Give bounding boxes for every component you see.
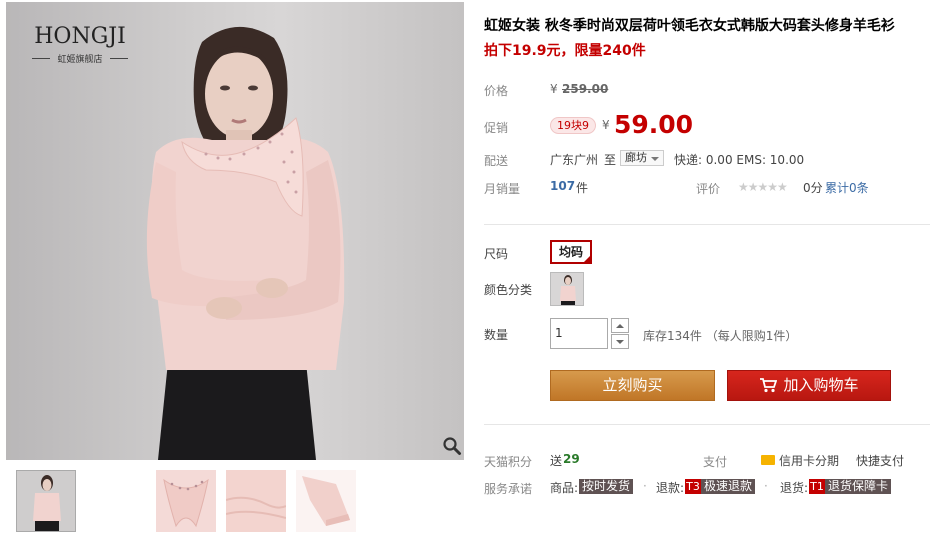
product-title: 虹姬女装 秋冬季时尚双层荷叶领毛衣女式韩版大码套头修身羊毛衫 [484,18,895,34]
promo-line: 拍下19.9元，限量240件 [484,43,646,59]
credit-card-icon [761,455,775,465]
original-currency: ¥ [550,82,558,96]
return-badge: T1 [809,479,825,494]
add-to-cart-label: 加入购物车 [783,376,859,394]
monthly-sales-label: 月销量 [484,182,521,196]
monthly-sales-count: 107 [550,179,576,193]
zoom-icon[interactable] [442,436,462,456]
thumbnail-model-image [17,471,75,531]
shipping-from: 广东广州 [550,153,599,167]
points-amount: 29 [563,452,580,466]
separator-dot: · [764,479,768,493]
main-product-image[interactable]: HONGJI 虹姬旗舰店 [6,2,464,460]
points-label: 天猫积分 [484,455,533,469]
points-send: 送 [550,454,563,468]
quantity-label: 数量 [484,328,509,342]
refund-badge: T3 [685,479,701,494]
return-guarantee-tag[interactable]: 退货保障卡 [825,479,892,494]
product-page: HONGJI 虹姬旗舰店 虹姬女装 秋冬季时尚双层荷叶领毛衣女式韩版大码套头修身… [0,0,930,542]
thumbnail-2[interactable] [156,470,216,532]
divider-bottom [484,424,930,425]
thumbnail-fabric-image [226,470,286,532]
quantity-increase-button[interactable] [611,318,629,333]
original-price: 259.00 [562,82,609,96]
destination-city-select[interactable]: 廊坊 [620,150,664,166]
color-swatch-image [551,273,583,305]
chevron-up-icon [616,320,624,328]
current-price: 59.00 [614,110,694,139]
shipping-fee: 快递: 0.00 EMS: 10.00 [674,153,805,167]
size-option-selected[interactable]: 均码 [550,240,592,264]
price-meta-box: 价格 ¥ 259.00 促销 19块9 ¥ 59.00 配送 广东广州 至 廊坊… [474,70,930,212]
size-label: 尺码 [484,247,509,261]
current-currency: ¥ [602,118,610,132]
brand-logo: HONGJI 虹姬旗舰店 [30,24,130,65]
service-label: 服务承诺 [484,482,533,496]
buy-now-label: 立刻购买 [602,376,663,394]
brand-name: HONGJI [34,24,126,49]
thumbnail-strip [6,462,464,540]
thumbnail-3[interactable] [226,470,286,532]
rating-label: 评价 [696,182,721,196]
chevron-down-icon [616,340,624,348]
price-label: 价格 [484,84,509,98]
service-goods-label: 商品: [550,481,579,495]
color-label: 颜色分类 [484,283,533,297]
promo-tag: 19块9 [550,117,596,134]
thumbnail-collar-image [156,470,216,532]
service-return-label: 退货: [780,481,809,495]
stock-info: 库存134件 （每人限购1件） [643,329,798,343]
thumbnail-4[interactable] [296,470,356,532]
promo-label: 促销 [484,121,509,135]
color-option[interactable] [550,272,584,306]
monthly-sales-unit: 件 [576,181,589,195]
on-time-shipping-tag[interactable]: 按时发货 [579,479,634,494]
buy-now-button[interactable]: 立刻购买 [550,370,715,401]
shipping-label: 配送 [484,154,509,168]
add-to-cart-button[interactable]: 加入购物车 [727,370,891,401]
quick-pay-link[interactable]: 快捷支付 [856,452,904,469]
fast-refund-tag[interactable]: 极速退款 [701,479,756,494]
shipping-to-word: 至 [604,153,617,167]
rating-stars: ★★★★★ [738,180,788,194]
rating-score: 0分 [803,181,823,195]
separator-dot: · [643,479,647,493]
thumbnail-1[interactable] [15,469,77,533]
divider-top [484,224,930,225]
model-illustration [146,26,345,460]
payment-label: 支付 [703,455,728,469]
quantity-input[interactable]: 1 [550,318,608,349]
brand-subtitle: 虹姬旗舰店 [30,52,130,65]
thumbnail-sleeve-image [296,470,356,532]
quantity-decrease-button[interactable] [611,334,629,349]
credit-installment-link[interactable]: 信用卡分期 [779,452,839,469]
review-count-link[interactable]: 累计0条 [825,179,869,196]
cart-icon [760,378,778,393]
service-refund-label: 退款: [656,481,685,495]
